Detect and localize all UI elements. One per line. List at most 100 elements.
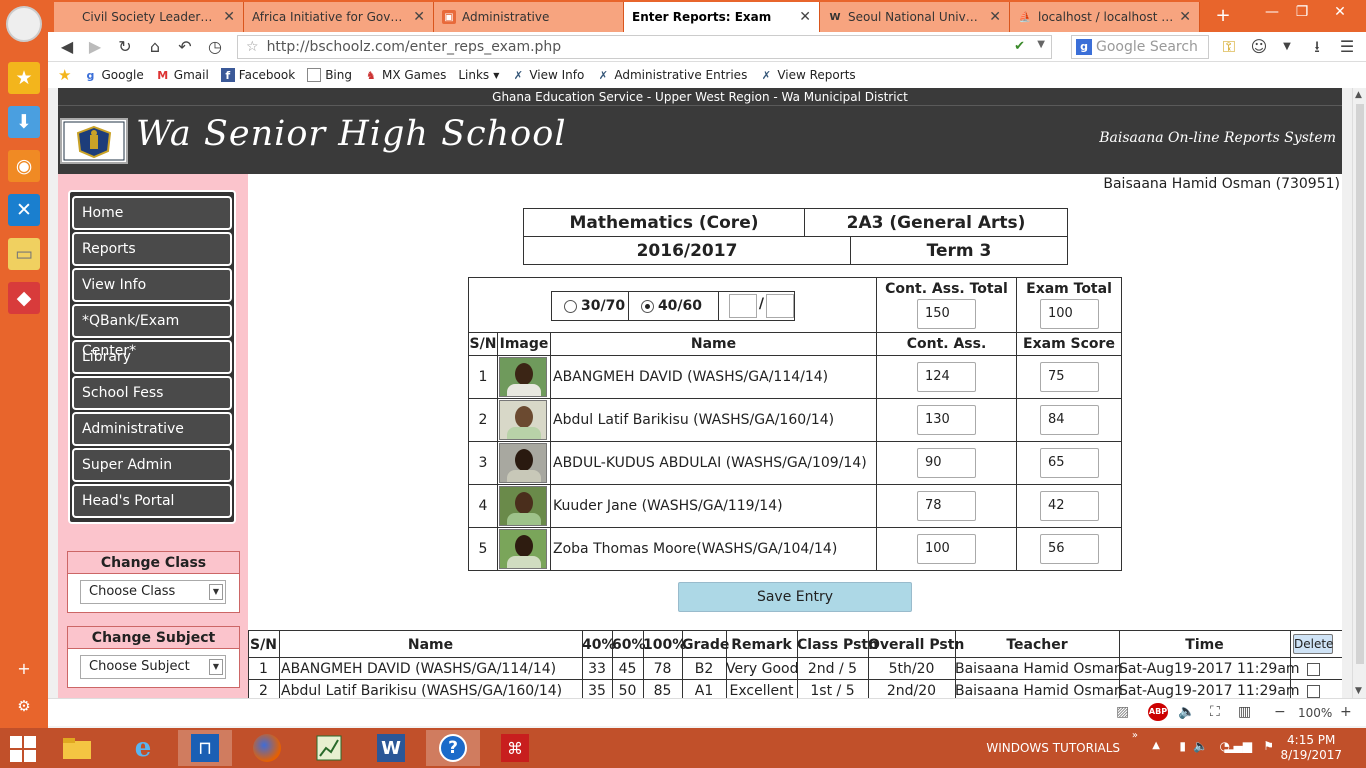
menu-library[interactable]: Library xyxy=(72,340,232,374)
bookmark-bing[interactable]: Bing xyxy=(307,68,352,82)
user-icon[interactable]: ☺ xyxy=(1248,36,1270,58)
signal-icon[interactable]: ▂▄▆ xyxy=(1224,739,1252,753)
bookmark-mx-games[interactable]: ♞ MX Games xyxy=(364,68,446,82)
new-tab-button[interactable]: + xyxy=(1211,6,1235,26)
downloads-icon[interactable]: ⬇ xyxy=(8,106,40,138)
exam-score-input[interactable]: 75 xyxy=(1040,362,1099,392)
forward-arrow-icon[interactable]: ▶ xyxy=(84,36,106,58)
menu-super-admin[interactable]: Super Admin xyxy=(72,448,232,482)
zoom-in-icon[interactable]: + xyxy=(1340,704,1352,720)
restore-button[interactable]: ❐ xyxy=(1290,4,1314,24)
delete-checkbox[interactable] xyxy=(1307,663,1320,676)
download-icon[interactable]: ⭳ xyxy=(1306,36,1328,58)
close-tab-icon[interactable]: ✕ xyxy=(223,9,235,25)
word-icon[interactable]: W xyxy=(364,730,418,766)
radio-40-60[interactable] xyxy=(640,299,654,313)
browser-logo-icon[interactable] xyxy=(6,6,42,42)
ratio-40-60-option[interactable]: 40/60 xyxy=(629,292,719,320)
exam-score-input[interactable]: 84 xyxy=(1040,405,1099,435)
tab-phpmyadmin[interactable]: ⛵ localhost / localhost / n... ✕ xyxy=(1010,2,1200,32)
chevron-down-icon[interactable]: ▼ xyxy=(209,659,223,675)
close-tab-icon[interactable]: ✕ xyxy=(989,9,1001,25)
exam-score-input[interactable]: 56 xyxy=(1040,534,1099,564)
scroll-down-icon[interactable]: ▼ xyxy=(1355,686,1362,696)
menu-qbank-exam-center[interactable]: *QBank/Exam Center* xyxy=(72,304,232,359)
help-icon[interactable]: ? xyxy=(426,730,480,766)
panels-icon[interactable]: ▥ xyxy=(1238,704,1251,720)
tab-africa-initiative[interactable]: Africa Initiative for Governa... ✕ xyxy=(244,2,434,32)
back-arrow-icon[interactable]: ◀ xyxy=(56,36,78,58)
cont-ass-input[interactable]: 78 xyxy=(917,491,976,521)
system-clock[interactable]: 4:15 PM 8/19/2017 xyxy=(1280,733,1342,763)
tab-enter-reports[interactable]: Enter Reports: Exam ✕ xyxy=(624,2,820,32)
games-icon[interactable]: ◆ xyxy=(8,282,40,314)
menu-administrative[interactable]: Administrative xyxy=(72,412,232,446)
graph-icon[interactable]: ▨ xyxy=(1116,704,1129,720)
scroll-thumb[interactable] xyxy=(1356,104,1364,664)
tab-civil-society[interactable]: Civil Society Leadership Aw... ✕ xyxy=(54,2,244,32)
delete-checkbox[interactable] xyxy=(1307,685,1320,698)
firefox-icon[interactable] xyxy=(240,730,294,766)
tray-label[interactable]: WINDOWS TUTORIALS xyxy=(986,741,1120,755)
ca-total-input[interactable]: 150 xyxy=(917,299,976,329)
zoom-out-icon[interactable]: − xyxy=(1274,704,1286,720)
notes-icon[interactable]: ▭ xyxy=(8,238,40,270)
search-box[interactable]: g Google Search xyxy=(1071,35,1209,59)
volume-icon[interactable]: 🔈 xyxy=(1193,739,1208,753)
bookmark-facebook[interactable]: f Facebook xyxy=(220,68,295,82)
bookmark-view-info[interactable]: ✗ View Info xyxy=(511,68,585,82)
bookmark-view-reports[interactable]: ✗ View Reports xyxy=(759,68,856,82)
menu-reports[interactable]: Reports xyxy=(72,232,232,266)
plugin-icon[interactable]: ✔ xyxy=(1014,39,1025,54)
exam-score-input[interactable]: 65 xyxy=(1040,448,1099,478)
minimize-button[interactable]: — xyxy=(1260,4,1284,24)
rss-icon[interactable]: ◉ xyxy=(8,150,40,182)
vertical-scrollbar[interactable]: ▲ ▼ xyxy=(1352,88,1366,698)
radio-30-70[interactable] xyxy=(564,299,577,313)
cont-ass-input[interactable]: 130 xyxy=(917,405,976,435)
choose-class-select[interactable]: Choose Class ▼ xyxy=(80,580,226,604)
close-tab-icon[interactable]: ✕ xyxy=(413,9,425,25)
bookmarks-star-icon[interactable]: ★ xyxy=(8,62,40,94)
close-window-button[interactable]: ✕ xyxy=(1328,4,1352,24)
tab-seoul-national[interactable]: W Seoul National Universi... ✕ xyxy=(820,2,1010,32)
choose-subject-select[interactable]: Choose Subject ▼ xyxy=(80,655,226,679)
menu-school-fees[interactable]: School Fess xyxy=(72,376,232,410)
fullscreen-icon[interactable]: ⛶ xyxy=(1210,704,1220,720)
windows-start-icon[interactable] xyxy=(10,736,36,762)
pdf-reader-icon[interactable]: ⌘ xyxy=(488,730,542,766)
bookmark-administrative-entries[interactable]: ✗ Administrative Entries xyxy=(596,68,748,82)
url-dropdown-icon[interactable]: ▼ xyxy=(1037,39,1045,50)
bookmark-google[interactable]: g Google xyxy=(83,68,144,82)
ratio-30-70-option[interactable]: 30/70 xyxy=(552,292,629,320)
custom-ratio-first-input[interactable] xyxy=(728,294,757,318)
exam-total-input[interactable]: 100 xyxy=(1040,299,1099,329)
hamburger-menu-icon[interactable]: ☰ xyxy=(1336,36,1358,58)
spreadsheet-icon[interactable] xyxy=(302,730,356,766)
menu-dropdown-icon[interactable]: ▼ xyxy=(1276,36,1298,58)
bookmark-star-icon[interactable]: ☆ xyxy=(246,39,259,55)
flag-icon[interactable]: ⚑ xyxy=(1263,739,1274,753)
reload-icon[interactable]: ↻ xyxy=(114,36,136,58)
delete-button[interactable]: Delete xyxy=(1293,634,1333,654)
undo-icon[interactable]: ↶ xyxy=(174,36,196,58)
tray-expand-icon[interactable]: ▲ xyxy=(1152,740,1160,751)
cont-ass-input[interactable]: 100 xyxy=(917,534,976,564)
key-icon[interactable]: ⚿ xyxy=(1218,36,1240,58)
google-icon[interactable]: g xyxy=(1076,39,1092,55)
tools-icon[interactable]: ✕ xyxy=(8,194,40,226)
adblock-icon[interactable]: ABP xyxy=(1148,703,1168,721)
home-icon[interactable]: ⌂ xyxy=(144,36,166,58)
speaker-icon[interactable]: 🔈 xyxy=(1178,704,1195,720)
close-tab-icon[interactable]: ✕ xyxy=(799,9,811,25)
menu-heads-portal[interactable]: Head's Portal xyxy=(72,484,232,518)
tab-administrative[interactable]: ▣ Administrative xyxy=(434,2,624,32)
close-tab-icon[interactable]: ✕ xyxy=(1179,9,1191,25)
menu-view-info[interactable]: View Info xyxy=(72,268,232,302)
file-explorer-icon[interactable] xyxy=(50,730,104,766)
add-panel-icon[interactable]: + xyxy=(12,656,36,680)
favorites-star-icon[interactable]: ★ xyxy=(58,66,71,84)
address-bar[interactable]: ☆ http://bschoolz.com/enter_reps_exam.ph… xyxy=(237,35,1052,59)
cont-ass-input[interactable]: 90 xyxy=(917,448,976,478)
battery-icon[interactable]: ▮ xyxy=(1179,739,1186,753)
